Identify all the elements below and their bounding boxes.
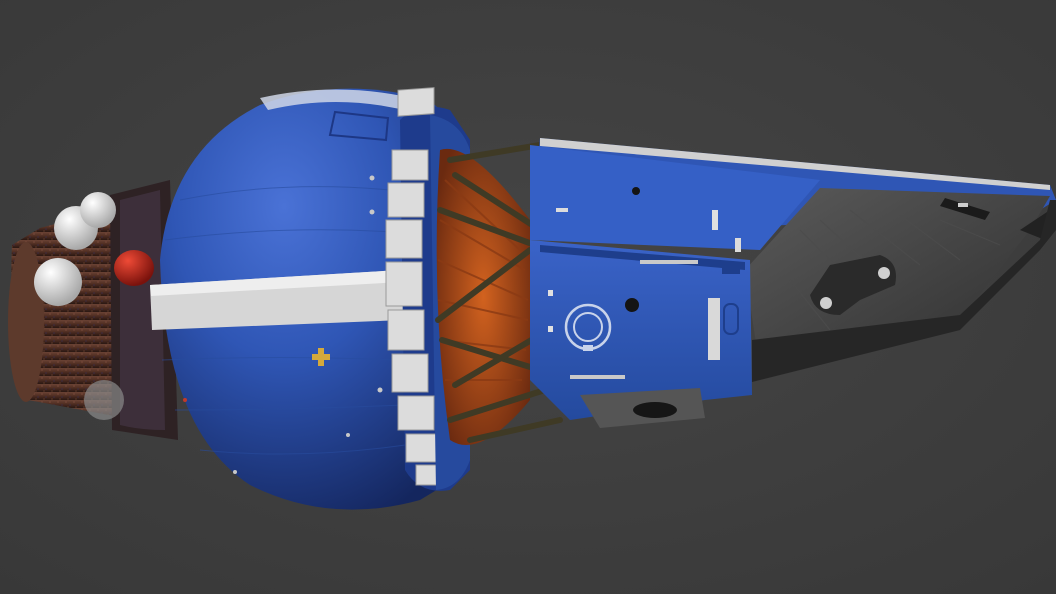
thruster-knob bbox=[80, 192, 116, 228]
red-beacon bbox=[114, 250, 154, 286]
thruster-knob bbox=[34, 258, 82, 306]
render-viewport bbox=[0, 0, 1056, 594]
spacecraft-scene bbox=[0, 0, 1056, 594]
access-hatch bbox=[708, 298, 720, 360]
thruster-knob bbox=[84, 380, 124, 420]
